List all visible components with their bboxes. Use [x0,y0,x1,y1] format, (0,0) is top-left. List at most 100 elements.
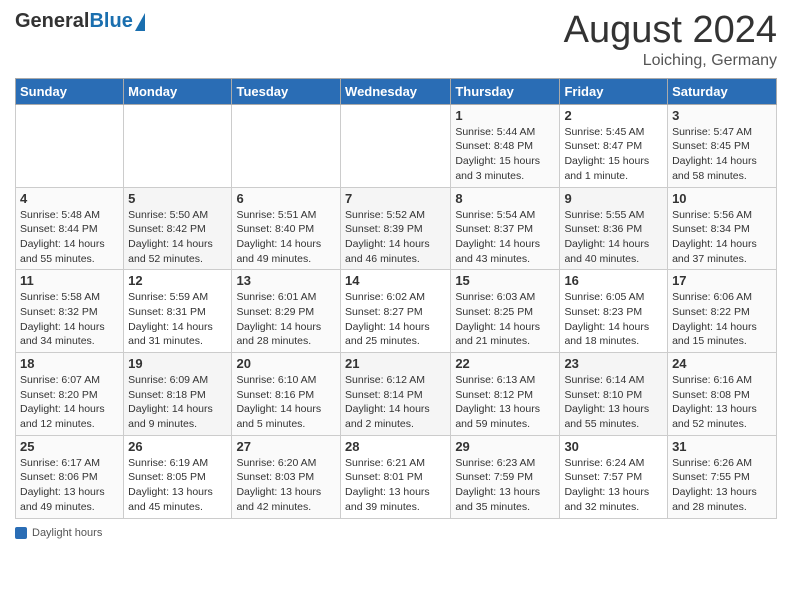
calendar-day-cell: 7 Sunrise: 5:52 AMSunset: 8:39 PMDaylight… [341,187,451,270]
day-info: Sunrise: 5:56 AMSunset: 8:34 PMDaylight:… [672,208,772,267]
day-info: Sunrise: 6:19 AMSunset: 8:05 PMDaylight:… [128,456,227,515]
calendar-day-cell: 21Sunrise: 6:12 AMSunset: 8:14 PMDayligh… [341,353,451,436]
calendar-day-cell: 8 Sunrise: 5:54 AMSunset: 8:37 PMDaylight… [451,187,560,270]
day-number: 14 [345,273,446,288]
day-info: Sunrise: 6:01 AMSunset: 8:29 PMDaylight:… [236,290,336,349]
day-info: Sunrise: 5:48 AMSunset: 8:44 PMDaylight:… [20,208,119,267]
calendar-day-cell [341,104,451,187]
day-number: 9 [564,191,663,206]
day-number: 4 [20,191,119,206]
day-info: Sunrise: 6:07 AMSunset: 8:20 PMDaylight:… [20,373,119,432]
calendar-day-cell: 18 Sunrise: 6:07 AMSunset: 8:20 PMDayligh… [16,353,124,436]
day-info: Sunrise: 5:58 AMSunset: 8:32 PMDaylight:… [20,290,119,349]
day-number: 15 [455,273,555,288]
day-number: 20 [236,356,336,371]
day-number: 27 [236,439,336,454]
day-number: 31 [672,439,772,454]
calendar-day-cell: 10 Sunrise: 5:56 AMSunset: 8:34 PMDayligh… [668,187,777,270]
calendar-day-header: Friday [560,78,668,104]
day-info: Sunrise: 6:10 AMSunset: 8:16 PMDaylight:… [236,373,336,432]
calendar-day-header: Tuesday [232,78,341,104]
day-info: Sunrise: 6:06 AMSunset: 8:22 PMDaylight:… [672,290,772,349]
calendar-day-cell [124,104,232,187]
day-number: 30 [564,439,663,454]
day-number: 29 [455,439,555,454]
day-info: Sunrise: 6:03 AMSunset: 8:25 PMDaylight:… [455,290,555,349]
calendar-week-row: 11 Sunrise: 5:58 AMSunset: 8:32 PMDayligh… [16,270,777,353]
day-info: Sunrise: 6:09 AMSunset: 8:18 PMDaylight:… [128,373,227,432]
day-number: 5 [128,191,227,206]
day-info: Sunrise: 6:21 AMSunset: 8:01 PMDaylight:… [345,456,446,515]
day-number: 25 [20,439,119,454]
calendar-day-cell: 6 Sunrise: 5:51 AMSunset: 8:40 PMDaylight… [232,187,341,270]
day-info: Sunrise: 5:54 AMSunset: 8:37 PMDaylight:… [455,208,555,267]
day-info: Sunrise: 6:05 AMSunset: 8:23 PMDaylight:… [564,290,663,349]
day-info: Sunrise: 6:14 AMSunset: 8:10 PMDaylight:… [564,373,663,432]
day-info: Sunrise: 6:13 AMSunset: 8:12 PMDaylight:… [455,373,555,432]
day-number: 21 [345,356,446,371]
calendar-day-cell: 23 Sunrise: 6:14 AMSunset: 8:10 PMDayligh… [560,353,668,436]
calendar-day-cell [232,104,341,187]
calendar-day-cell: 25Sunrise: 6:17 AMSunset: 8:06 PMDayligh… [16,435,124,518]
calendar-day-header: Thursday [451,78,560,104]
calendar-day-cell: 16 Sunrise: 6:05 AMSunset: 8:23 PMDayligh… [560,270,668,353]
day-info: Sunrise: 5:50 AMSunset: 8:42 PMDaylight:… [128,208,227,267]
day-info: Sunrise: 6:16 AMSunset: 8:08 PMDaylight:… [672,373,772,432]
calendar-day-cell: 12 Sunrise: 5:59 AMSunset: 8:31 PMDayligh… [124,270,232,353]
footer-label: Daylight hours [32,527,102,539]
logo: General Blue [15,10,145,33]
day-info: Sunrise: 6:20 AMSunset: 8:03 PMDaylight:… [236,456,336,515]
calendar-week-row: 1Sunrise: 5:44 AMSunset: 8:48 PMDaylight… [16,104,777,187]
day-info: Sunrise: 5:51 AMSunset: 8:40 PMDaylight:… [236,208,336,267]
day-number: 7 [345,191,446,206]
day-info: Sunrise: 6:23 AMSunset: 7:59 PMDaylight:… [455,456,555,515]
calendar-day-cell: 24 Sunrise: 6:16 AMSunset: 8:08 PMDayligh… [668,353,777,436]
page-header: General Blue August 2024 Loiching, Germa… [15,10,777,70]
day-number: 13 [236,273,336,288]
day-number: 8 [455,191,555,206]
day-number: 16 [564,273,663,288]
calendar-day-cell: 2Sunrise: 5:45 AMSunset: 8:47 PMDaylight… [560,104,668,187]
calendar-day-cell: 5 Sunrise: 5:50 AMSunset: 8:42 PMDaylight… [124,187,232,270]
day-info: Sunrise: 6:02 AMSunset: 8:27 PMDaylight:… [345,290,446,349]
calendar-day-cell: 17 Sunrise: 6:06 AMSunset: 8:22 PMDayligh… [668,270,777,353]
day-info: Sunrise: 5:59 AMSunset: 8:31 PMDaylight:… [128,290,227,349]
day-number: 11 [20,273,119,288]
calendar-day-cell: 15 Sunrise: 6:03 AMSunset: 8:25 PMDayligh… [451,270,560,353]
calendar-day-cell: 19 Sunrise: 6:09 AMSunset: 8:18 PMDayligh… [124,353,232,436]
calendar-week-row: 18 Sunrise: 6:07 AMSunset: 8:20 PMDayligh… [16,353,777,436]
calendar-day-cell: 29 Sunrise: 6:23 AMSunset: 7:59 PMDayligh… [451,435,560,518]
calendar-footer: Daylight hours [15,527,777,539]
calendar-table: SundayMondayTuesdayWednesdayThursdayFrid… [15,78,777,519]
logo-icon [135,13,145,31]
day-info: Sunrise: 5:44 AMSunset: 8:48 PMDaylight:… [455,125,555,184]
calendar-day-cell: 28 Sunrise: 6:21 AMSunset: 8:01 PMDayligh… [341,435,451,518]
calendar-day-cell: 26 Sunrise: 6:19 AMSunset: 8:05 PMDayligh… [124,435,232,518]
calendar-day-cell: 27 Sunrise: 6:20 AMSunset: 8:03 PMDayligh… [232,435,341,518]
day-number: 2 [564,108,663,123]
calendar-day-cell: 1Sunrise: 5:44 AMSunset: 8:48 PMDaylight… [451,104,560,187]
day-number: 24 [672,356,772,371]
calendar-day-cell: 4 Sunrise: 5:48 AMSunset: 8:44 PMDaylight… [16,187,124,270]
day-number: 19 [128,356,227,371]
location-subtitle: Loiching, Germany [564,52,777,70]
calendar-day-header: Monday [124,78,232,104]
calendar-day-cell: 11 Sunrise: 5:58 AMSunset: 8:32 PMDayligh… [16,270,124,353]
day-number: 26 [128,439,227,454]
day-info: Sunrise: 5:52 AMSunset: 8:39 PMDaylight:… [345,208,446,267]
day-number: 28 [345,439,446,454]
calendar-day-cell: 13 Sunrise: 6:01 AMSunset: 8:29 PMDayligh… [232,270,341,353]
calendar-week-row: 25Sunrise: 6:17 AMSunset: 8:06 PMDayligh… [16,435,777,518]
calendar-day-cell: 3Sunrise: 5:47 AMSunset: 8:45 PMDaylight… [668,104,777,187]
day-info: Sunrise: 5:55 AMSunset: 8:36 PMDaylight:… [564,208,663,267]
day-number: 12 [128,273,227,288]
calendar-day-cell: 30Sunrise: 6:24 AMSunset: 7:57 PMDayligh… [560,435,668,518]
day-number: 18 [20,356,119,371]
day-number: 17 [672,273,772,288]
title-block: August 2024 Loiching, Germany [564,10,777,70]
calendar-day-cell: 20 Sunrise: 6:10 AMSunset: 8:16 PMDayligh… [232,353,341,436]
day-number: 10 [672,191,772,206]
day-number: 6 [236,191,336,206]
calendar-day-header: Sunday [16,78,124,104]
day-number: 23 [564,356,663,371]
